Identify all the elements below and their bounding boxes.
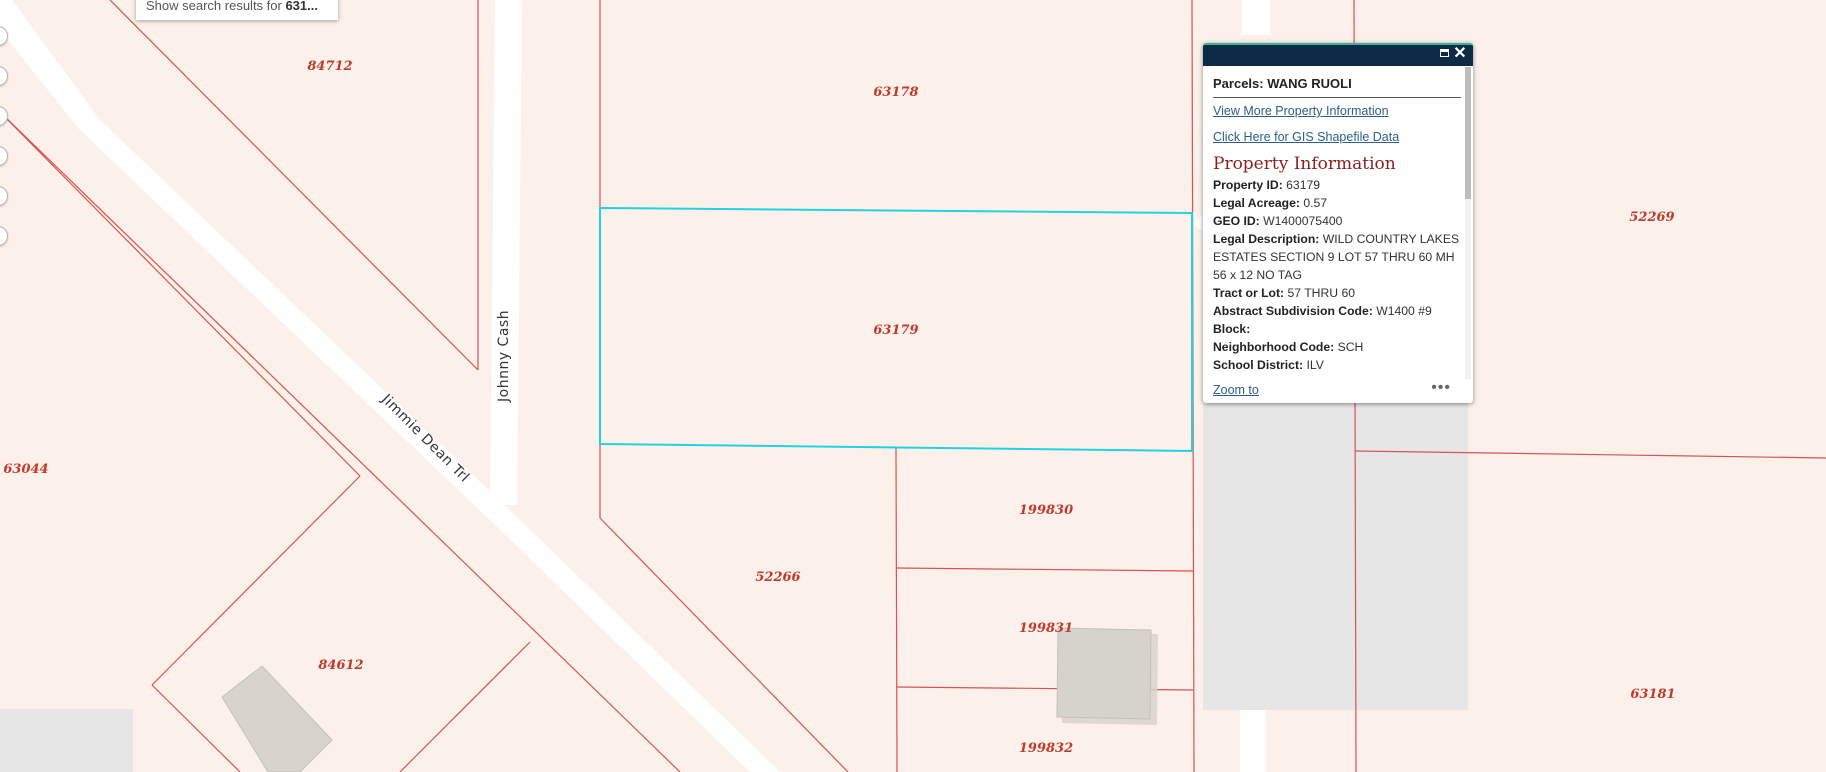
parcel-label[interactable]: 52269 — [1629, 210, 1674, 225]
parcel-label[interactable]: 52266 — [755, 570, 800, 585]
search-suggestion[interactable]: Show search results for 631... — [136, 0, 338, 20]
search-suggestion-prefix: Show search results for — [146, 0, 286, 13]
parcel-label[interactable]: 63044 — [3, 462, 48, 477]
search-suggestion-query: 631... — [285, 0, 318, 13]
close-icon[interactable]: ✕ — [1453, 46, 1467, 62]
road-north — [1242, 0, 1270, 35]
section-title: Property Information — [1213, 154, 1396, 174]
popup-scrollbar[interactable] — [1465, 67, 1471, 379]
parcel-label[interactable]: 199830 — [1019, 503, 1073, 518]
property-field: Property ID: 63179 — [1213, 176, 1461, 194]
property-field-value: 57 THRU 60 — [1287, 286, 1356, 300]
property-field: Abstract Subdivision Code: W1400 #9 — [1213, 302, 1461, 320]
street-label-johnny-cash: Johnny Cash — [496, 310, 512, 403]
property-field-value: SCH — [1337, 340, 1364, 354]
building — [1056, 627, 1152, 720]
unmapped-area — [1355, 395, 1468, 455]
road-south — [1240, 710, 1266, 772]
property-field-key: School District: — [1213, 358, 1304, 372]
property-field-value: W1400075400 — [1263, 214, 1343, 228]
property-field: Legal Acreage: 0.57 — [1213, 194, 1461, 212]
parcel-label[interactable]: 63179 — [873, 323, 918, 338]
property-field-key: Property ID: — [1213, 178, 1283, 192]
parcel-label[interactable]: 84612 — [318, 658, 363, 673]
popup-title-label: Parcels: — [1213, 76, 1264, 91]
popup-body: Parcels: WANG RUOLI View More Property I… — [1213, 70, 1461, 380]
unmapped-area — [0, 709, 133, 772]
property-field-value: ILV — [1306, 358, 1324, 372]
property-field-key: Abstract Subdivision Code: — [1213, 304, 1373, 318]
popup-header: ✕ — [1203, 43, 1473, 66]
scrollbar-thumb[interactable] — [1465, 67, 1471, 199]
view-more-property-link[interactable]: View More Property Information — [1213, 104, 1461, 118]
property-field-key: Tract or Lot: — [1213, 286, 1285, 300]
popup-title: Parcels: WANG RUOLI — [1213, 70, 1461, 98]
property-field-key: Legal Acreage: — [1213, 196, 1300, 210]
maximize-icon[interactable] — [1437, 47, 1451, 61]
more-options-icon[interactable]: ••• — [1431, 380, 1451, 396]
property-field-value: 0.57 — [1303, 196, 1328, 210]
map-background — [0, 0, 1826, 772]
popup-footer: Zoom to ••• — [1213, 380, 1463, 399]
road-johnny-cash — [490, 0, 522, 505]
popup-title-value: WANG RUOLI — [1267, 76, 1352, 91]
parcel-label[interactable]: 63178 — [873, 85, 918, 100]
zoom-to-link[interactable]: Zoom to — [1213, 383, 1259, 397]
property-field: Neighborhood Code: SCH — [1213, 338, 1461, 356]
parcel-popup: ✕ Parcels: WANG RUOLI View More Property… — [1203, 43, 1473, 403]
property-field: School District: ILV — [1213, 356, 1461, 374]
parcel-label[interactable]: 199832 — [1019, 741, 1073, 756]
property-field-key: Legal Description: — [1213, 232, 1320, 246]
gis-shapefile-link[interactable]: Click Here for GIS Shapefile Data — [1213, 130, 1461, 144]
property-field-value: 63179 — [1286, 178, 1321, 192]
property-field: GEO ID: W1400075400 — [1213, 212, 1461, 230]
property-field-key: Block: — [1213, 322, 1251, 336]
property-field: Tract or Lot: 57 THRU 60 — [1213, 284, 1461, 302]
parcel-label[interactable]: 199831 — [1019, 621, 1073, 636]
property-field-key: Neighborhood Code: — [1213, 340, 1335, 354]
property-field: Block: — [1213, 320, 1461, 338]
parcel-map[interactable]: 84712 63178 63179 52269 63044 199830 522… — [0, 0, 1826, 772]
property-fields: Property ID: 63179 Legal Acreage: 0.57 GEO… — [1213, 176, 1461, 374]
property-field-value: W1400 #9 — [1376, 304, 1432, 318]
parcel-label[interactable]: 84712 — [307, 59, 352, 74]
parcel-label[interactable]: 63181 — [1630, 687, 1675, 702]
property-field: Legal Description: WILD COUNTRY LAKES ES… — [1213, 230, 1461, 284]
property-field-key: GEO ID: — [1213, 214, 1260, 228]
